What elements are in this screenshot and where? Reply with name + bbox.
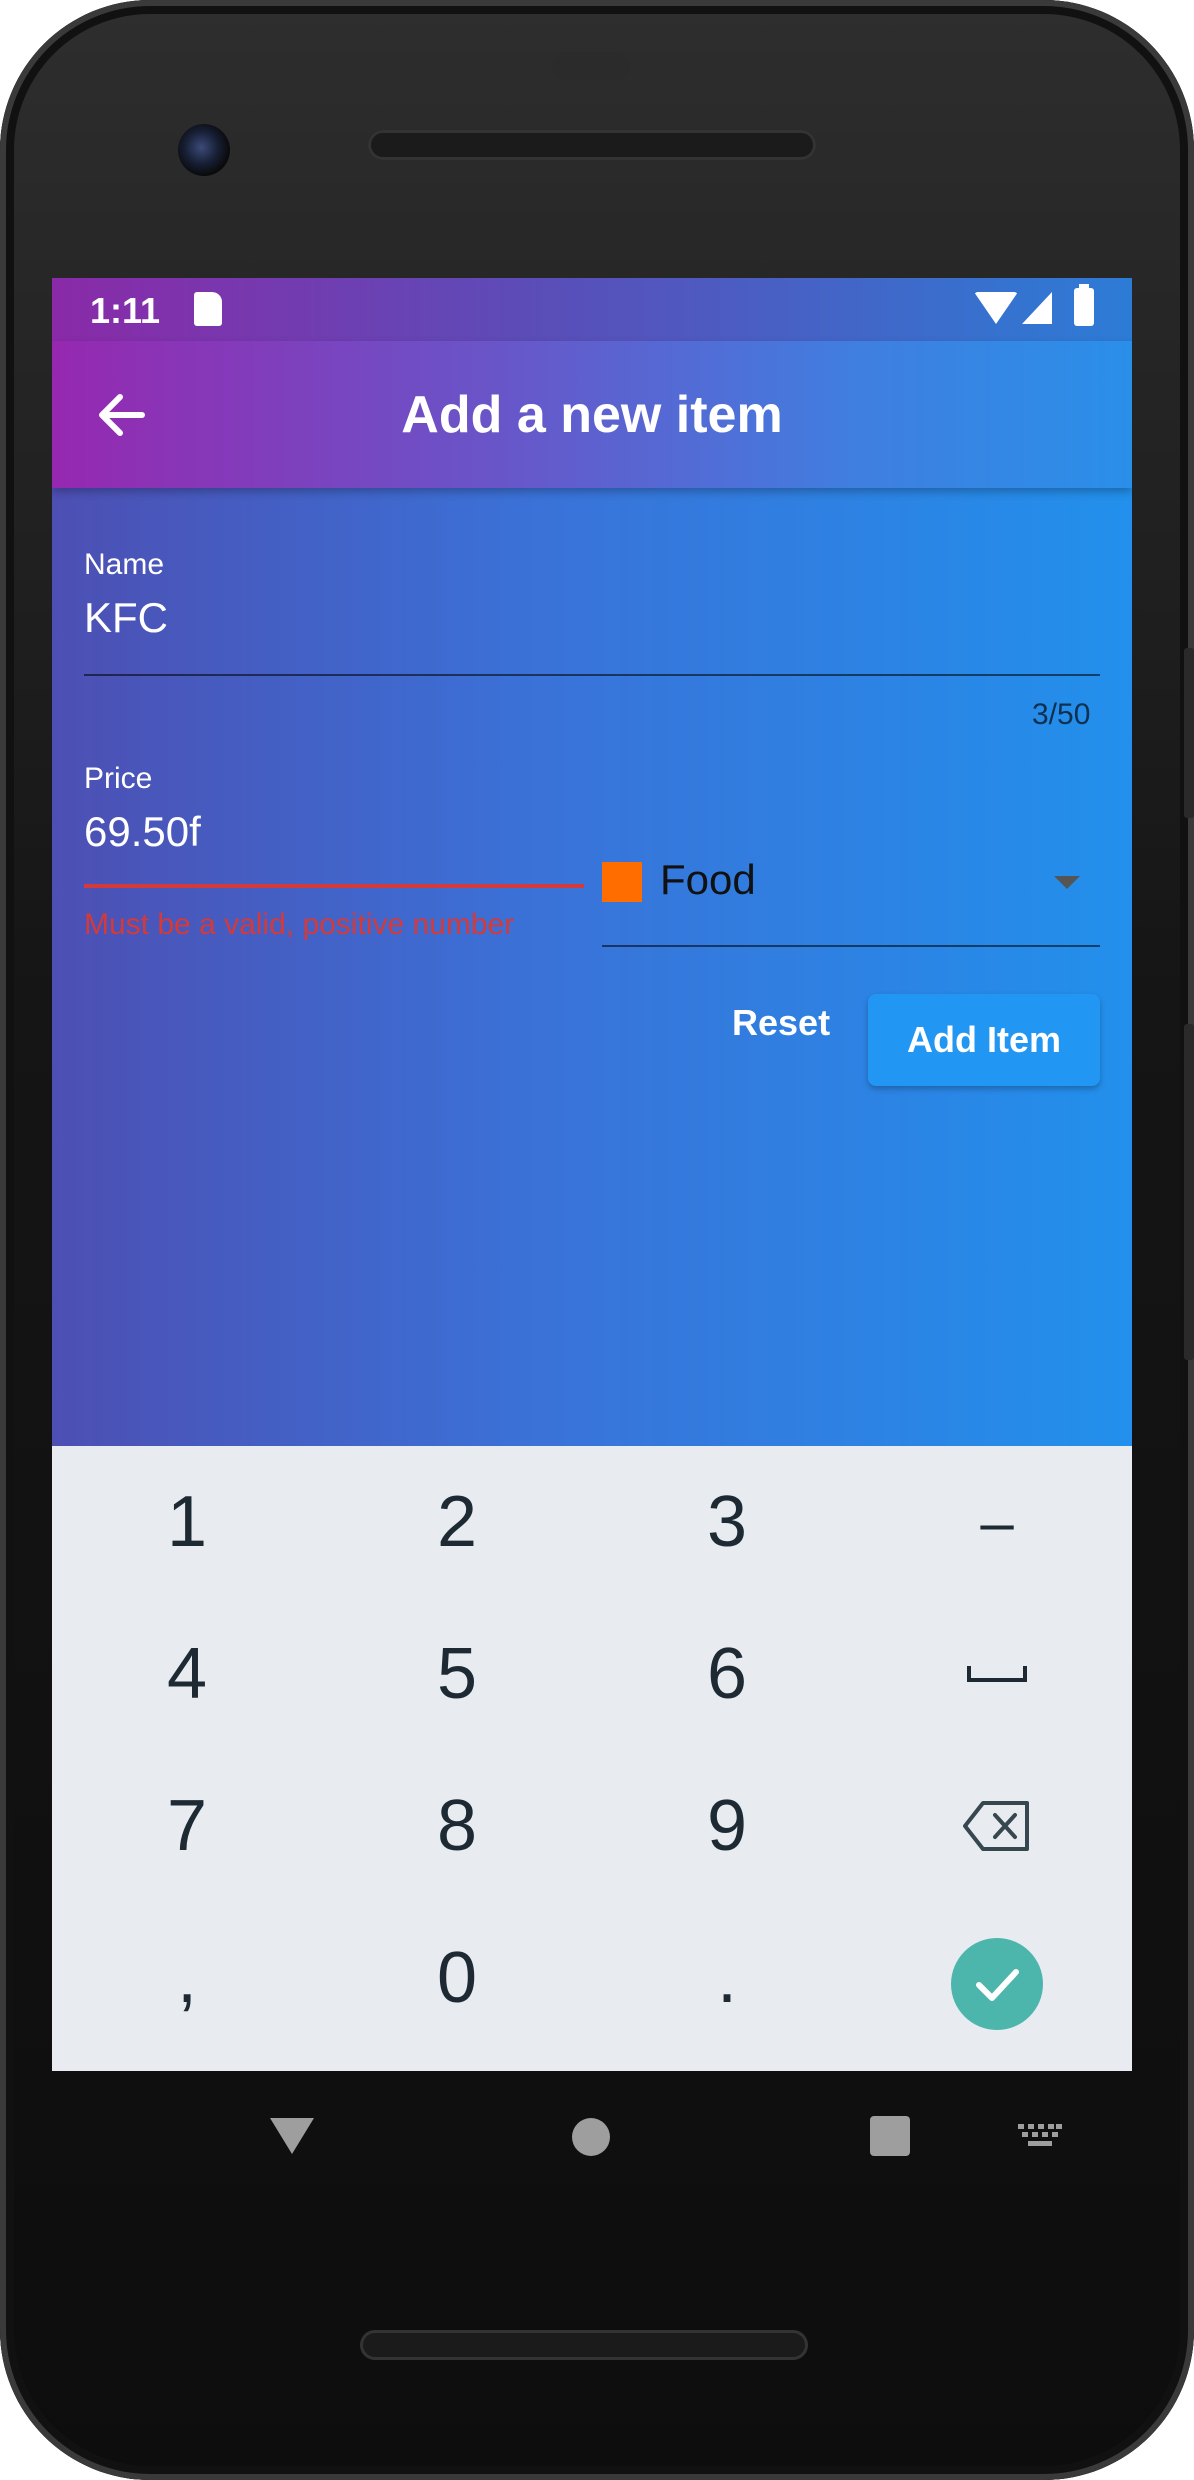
price-field-label: Price xyxy=(84,762,153,795)
battery-icon xyxy=(1074,284,1094,326)
key-space[interactable] xyxy=(862,1598,1132,1750)
category-selected-value: Food xyxy=(660,856,756,903)
keyboard-switch-icon[interactable] xyxy=(1018,2124,1062,2148)
front-camera-icon xyxy=(178,124,230,176)
key-8[interactable]: 8 xyxy=(322,1750,592,1902)
key-9[interactable]: 9 xyxy=(592,1750,862,1902)
key-1[interactable]: 1 xyxy=(52,1446,322,1598)
key-3[interactable]: 3 xyxy=(592,1446,862,1598)
name-field-underline xyxy=(84,674,1100,676)
wifi-icon xyxy=(974,292,1018,324)
key-0[interactable]: 0 xyxy=(322,1902,592,2054)
key-7[interactable]: 7 xyxy=(52,1750,322,1902)
key-period[interactable]: . xyxy=(592,1902,862,2054)
status-bar: 1:11 xyxy=(52,278,1132,341)
app-bar: Add a new item xyxy=(52,341,1132,488)
name-field-label: Name xyxy=(84,548,165,581)
reset-button[interactable]: Reset xyxy=(718,994,844,1052)
key-backspace[interactable] xyxy=(862,1750,1132,1902)
screen: 1:11 Add a new item Name KFC 3/50 Price … xyxy=(52,278,1132,2071)
bottom-speaker xyxy=(360,2330,808,2360)
backspace-icon xyxy=(963,1801,1029,1851)
page-title: Add a new item xyxy=(401,386,783,444)
space-icon xyxy=(967,1666,1027,1682)
key-minus[interactable]: – xyxy=(862,1446,1132,1598)
category-dropdown-underline xyxy=(602,945,1100,947)
sensor xyxy=(552,52,630,80)
signal-icon xyxy=(1022,292,1052,324)
name-input[interactable]: KFC xyxy=(84,594,168,642)
key-5[interactable]: 5 xyxy=(322,1598,592,1750)
phone-device: 1:11 Add a new item Name KFC 3/50 Price … xyxy=(0,0,1194,2480)
price-field-underline xyxy=(84,884,584,888)
status-time: 1:11 xyxy=(90,290,161,331)
power-button xyxy=(1184,648,1194,818)
key-6[interactable]: 6 xyxy=(592,1598,862,1750)
sd-card-icon xyxy=(194,292,222,326)
enter-key[interactable] xyxy=(951,1938,1043,2030)
nav-recents-icon[interactable] xyxy=(870,2116,910,2156)
nav-home-icon[interactable] xyxy=(572,2118,610,2156)
top-speaker xyxy=(368,130,816,160)
price-input[interactable]: 69.50f xyxy=(84,808,201,856)
price-error-text: Must be a valid, positive number xyxy=(84,908,515,941)
nav-back-icon[interactable] xyxy=(270,2118,314,2154)
numeric-keyboard: 1 2 3 – 4 5 6 7 8 9 , 0 . xyxy=(52,1446,1132,2071)
check-icon xyxy=(976,1969,1019,2001)
category-color-swatch xyxy=(602,862,642,902)
key-comma[interactable]: , xyxy=(52,1902,322,2054)
dropdown-arrow-icon xyxy=(1054,876,1080,889)
key-4[interactable]: 4 xyxy=(52,1598,322,1750)
add-item-button[interactable]: Add Item xyxy=(868,994,1100,1086)
volume-button xyxy=(1184,1024,1194,1360)
category-dropdown[interactable]: Food xyxy=(602,838,1100,928)
name-char-counter: 3/50 xyxy=(1032,698,1091,731)
key-2[interactable]: 2 xyxy=(322,1446,592,1598)
